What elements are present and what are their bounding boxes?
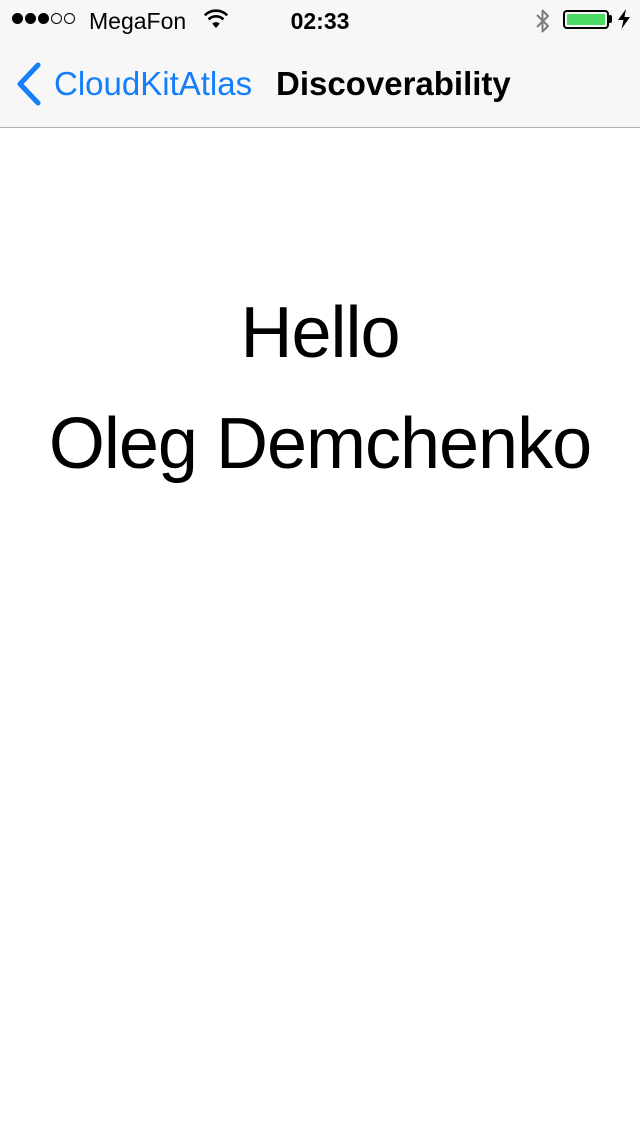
battery-nub	[609, 15, 612, 23]
navigation-bar: CloudKitAtlas Discoverability	[0, 40, 640, 128]
bluetooth-icon	[534, 7, 552, 41]
back-button[interactable]: CloudKitAtlas	[14, 60, 252, 108]
page-title: Discoverability	[276, 65, 511, 102]
user-name-text: Oleg Demchenko	[48, 404, 592, 484]
battery-icon	[563, 10, 609, 29]
screen: MegaFon 02:33 CloudKitAtlas Discoverabil…	[0, 0, 640, 1136]
status-bar: MegaFon 02:33	[0, 0, 640, 40]
greeting-text: Hello	[240, 293, 400, 373]
back-button-label: CloudKitAtlas	[54, 65, 253, 102]
chevron-left-icon	[17, 62, 41, 106]
charging-bolt-icon	[617, 9, 631, 35]
battery-level-fill	[567, 14, 605, 25]
top-chrome: MegaFon 02:33 CloudKitAtlas Discoverabil…	[0, 0, 640, 128]
